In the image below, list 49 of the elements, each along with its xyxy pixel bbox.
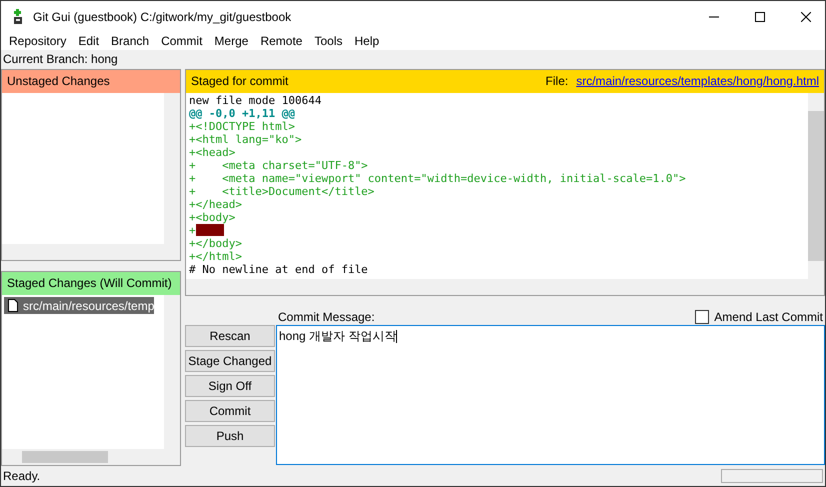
menu-item[interactable]: Edit: [72, 32, 106, 50]
scrollbar[interactable]: [2, 449, 180, 465]
menu-item[interactable]: Tools: [308, 32, 348, 50]
current-branch-label: Current Branch: hong: [2, 51, 119, 68]
file-path-link[interactable]: src/main/resources/templates/hong/hong.html: [576, 70, 819, 93]
diff-line: +<body>: [189, 211, 236, 224]
panel-header: Unstaged Changes: [2, 70, 180, 93]
action-button[interactable]: Sign Off: [185, 375, 275, 397]
menu-item[interactable]: Remote: [254, 32, 308, 50]
commit-message-field[interactable]: hong 개발자 작업시작: [276, 325, 825, 465]
commit-message-label: Commit Message:: [278, 310, 375, 324]
scrollbar[interactable]: [808, 93, 824, 279]
scrollbar[interactable]: [164, 295, 180, 449]
maximize-icon[interactable]: [755, 12, 765, 22]
menu-item[interactable]: Repository: [3, 32, 72, 50]
action-button[interactable]: Push: [185, 425, 275, 447]
app-icon: [11, 8, 25, 24]
file-icon: [8, 299, 18, 312]
action-button[interactable]: Commit: [185, 400, 275, 422]
diff-line: +<html lang="ko">: [189, 133, 303, 146]
file-item[interactable]: src/main/resources/temp: [4, 297, 154, 314]
close-icon[interactable]: [801, 12, 811, 22]
menu-item[interactable]: Branch: [105, 32, 156, 50]
scrollbar[interactable]: [164, 93, 180, 244]
diff-line: + <meta name="viewport" content="width=device-width, initial-scale=1.0">: [189, 172, 687, 185]
action-button[interactable]: Stage Changed: [185, 350, 275, 372]
diff-line: new file mode 100644: [189, 94, 322, 107]
menu-item[interactable]: Merge: [208, 32, 254, 50]
diff-line: @@ -0,0 +1,11 @@: [189, 107, 296, 120]
action-button[interactable]: Rescan: [185, 325, 275, 347]
diff-line: # No newline at end of file: [189, 263, 369, 276]
file-label: File:: [546, 73, 568, 90]
diff-line: +<!DOCTYPE html>: [189, 120, 296, 133]
diff-line: +: [189, 224, 808, 237]
menu-item[interactable]: Commit: [155, 32, 208, 50]
diff-line: +<head>: [189, 146, 236, 159]
diff-line: +</head>: [189, 198, 243, 211]
diff-line: +</body>: [189, 237, 243, 250]
status-text: Ready.: [3, 469, 40, 483]
scrollbar[interactable]: [2, 244, 180, 260]
diff-line: + <meta charset="UTF-8">: [189, 159, 369, 172]
diff-title: Staged for commit: [191, 73, 288, 90]
menu-item[interactable]: Help: [348, 32, 386, 50]
window-title: Git Gui (guestbook) C:/gitwork/my_git/guestbook: [33, 10, 292, 24]
scrollbar[interactable]: [186, 279, 824, 295]
diff-line: + <title>Document</title>: [189, 185, 376, 198]
panel-header: Staged Changes (Will Commit): [2, 272, 180, 295]
amend-checkbox[interactable]: Amend Last Commit: [695, 310, 825, 324]
diff-line: +</html>: [189, 250, 243, 263]
